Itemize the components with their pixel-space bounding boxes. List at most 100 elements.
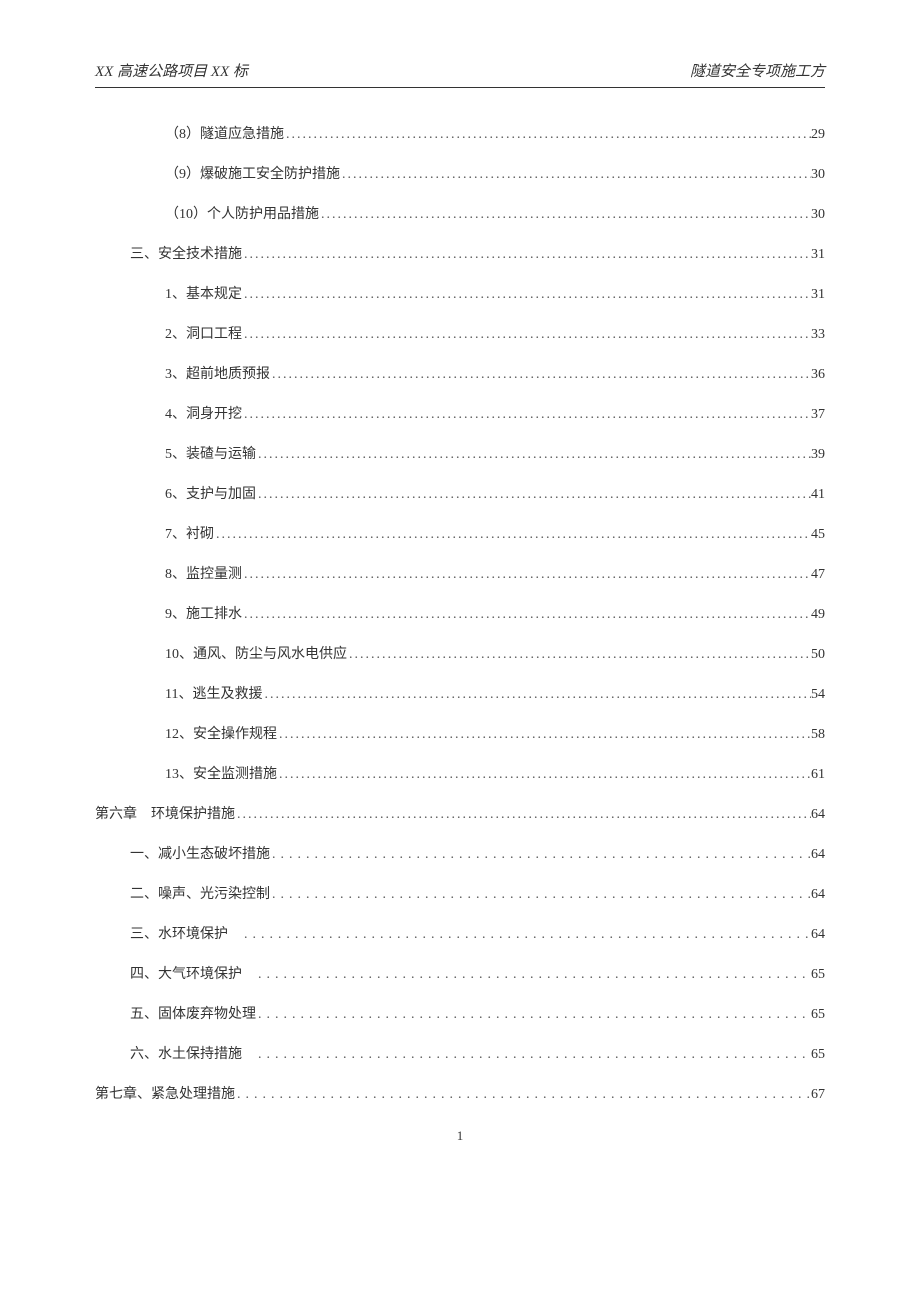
toc-entry: 三、水环境保护 64 <box>95 923 825 943</box>
toc-page-number: 37 <box>811 407 825 423</box>
toc-leader-dots <box>242 567 811 583</box>
toc-label: 二、噪声、光污染控制 <box>130 883 270 903</box>
toc-leader-dots <box>270 887 811 903</box>
toc-leader-dots <box>242 327 811 343</box>
toc-leader-dots <box>242 407 811 423</box>
page-number: 1 <box>457 1128 464 1143</box>
toc-leader-dots <box>256 447 811 463</box>
toc-page-number: 65 <box>811 967 825 983</box>
toc-label: 4、洞身开挖 <box>165 403 242 423</box>
toc-label: 9、施工排水 <box>165 603 242 623</box>
toc-leader-dots <box>270 367 811 383</box>
toc-label: （9）爆破施工安全防护措施 <box>165 163 340 183</box>
toc-page-number: 30 <box>811 167 825 183</box>
toc-leader-dots <box>214 527 811 543</box>
toc-page-number: 33 <box>811 327 825 343</box>
toc-page-number: 50 <box>811 647 825 663</box>
toc-entry: （8）隧道应急措施 29 <box>95 123 825 143</box>
toc-leader-dots <box>277 767 811 783</box>
toc-entry: 六、水土保持措施 65 <box>95 1043 825 1063</box>
toc-page-number: 29 <box>811 127 825 143</box>
toc-page-number: 61 <box>811 767 825 783</box>
toc-label: 5、装碴与运输 <box>165 443 256 463</box>
toc-label: 一、减小生态破坏措施 <box>130 843 270 863</box>
toc-entry: 第七章、紧急处理措施 67 <box>95 1083 825 1103</box>
toc-page-number: 64 <box>811 847 825 863</box>
toc-entry: 11、逃生及救援 54 <box>95 683 825 703</box>
toc-page-number: 64 <box>811 887 825 903</box>
toc-page-number: 31 <box>811 247 825 263</box>
header-right: 隧道安全专项施工方 <box>690 60 825 81</box>
toc-page-number: 54 <box>811 687 825 703</box>
toc-label: 12、安全操作规程 <box>165 723 277 743</box>
toc-page-number: 36 <box>811 367 825 383</box>
toc-label: （8）隧道应急措施 <box>165 123 284 143</box>
toc-leader-dots <box>256 1007 811 1023</box>
header-left: XX 高速公路项目 XX 标 <box>95 60 248 81</box>
toc-page-number: 58 <box>811 727 825 743</box>
toc-leader-dots <box>242 287 811 303</box>
toc-entry: （10）个人防护用品措施 30 <box>95 203 825 223</box>
toc-page-number: 65 <box>811 1007 825 1023</box>
toc-label: 第六章 环境保护措施 <box>95 803 235 823</box>
toc-label: 3、超前地质预报 <box>165 363 270 383</box>
toc-entry: 5、装碴与运输 39 <box>95 443 825 463</box>
toc-entry: 10、通风、防尘与风水电供应 50 <box>95 643 825 663</box>
toc-leader-dots <box>242 607 811 623</box>
toc-leader-dots <box>256 1047 811 1063</box>
toc-label: 7、衬砌 <box>165 523 214 543</box>
toc-entry: 五、固体废弃物处理 65 <box>95 1003 825 1023</box>
page-header: XX 高速公路项目 XX 标 隧道安全专项施工方 <box>95 60 825 88</box>
toc-label: 第七章、紧急处理措施 <box>95 1083 235 1103</box>
toc-label: 四、大气环境保护 <box>130 963 256 983</box>
toc-entry: 4、洞身开挖 37 <box>95 403 825 423</box>
toc-entry: 2、洞口工程 33 <box>95 323 825 343</box>
toc-page-number: 45 <box>811 527 825 543</box>
toc-leader-dots <box>262 687 811 703</box>
toc-page-number: 64 <box>811 807 825 823</box>
toc-entry: 12、安全操作规程 58 <box>95 723 825 743</box>
page-footer: 1 <box>95 1128 825 1144</box>
toc-entry: 13、安全监测措施61 <box>95 763 825 783</box>
toc-entry: 3、超前地质预报 36 <box>95 363 825 383</box>
toc-page-number: 49 <box>811 607 825 623</box>
toc-entry: 二、噪声、光污染控制 64 <box>95 883 825 903</box>
toc-leader-dots <box>284 127 811 143</box>
toc-page-number: 41 <box>811 487 825 503</box>
toc-leader-dots <box>347 647 811 663</box>
toc-leader-dots <box>340 167 811 183</box>
toc-page-number: 31 <box>811 287 825 303</box>
toc-entry: 四、大气环境保护 65 <box>95 963 825 983</box>
toc-entry: 9、施工排水 49 <box>95 603 825 623</box>
toc-page-number: 65 <box>811 1047 825 1063</box>
toc-leader-dots <box>277 727 811 743</box>
toc-entry: 1、基本规定 31 <box>95 283 825 303</box>
toc-entry: （9）爆破施工安全防护措施 30 <box>95 163 825 183</box>
toc-leader-dots <box>256 967 811 983</box>
toc-entry: 一、减小生态破坏措施 64 <box>95 843 825 863</box>
toc-label: 六、水土保持措施 <box>130 1043 256 1063</box>
toc-label: 1、基本规定 <box>165 283 242 303</box>
toc-entry: 6、支护与加固 41 <box>95 483 825 503</box>
toc-leader-dots <box>242 247 811 263</box>
toc-label: 三、水环境保护 <box>130 923 242 943</box>
toc-leader-dots <box>319 207 811 223</box>
toc-entry: 8、监控量测 47 <box>95 563 825 583</box>
toc-page-number: 47 <box>811 567 825 583</box>
toc-label: （10）个人防护用品措施 <box>165 203 319 223</box>
toc-leader-dots <box>235 1087 811 1103</box>
toc-leader-dots <box>235 807 811 823</box>
toc-entry: 第六章 环境保护措施 64 <box>95 803 825 823</box>
toc-leader-dots <box>242 927 811 943</box>
toc-page-number: 64 <box>811 927 825 943</box>
toc-entry: 三、安全技术措施 31 <box>95 243 825 263</box>
toc-label: 6、支护与加固 <box>165 483 256 503</box>
toc-label: 11、逃生及救援 <box>165 683 262 703</box>
table-of-contents: （8）隧道应急措施 29 （9）爆破施工安全防护措施 30 （10）个人防护用品措施 30… <box>95 123 825 1103</box>
toc-label: 三、安全技术措施 <box>130 243 242 263</box>
toc-page-number: 30 <box>811 207 825 223</box>
toc-page-number: 39 <box>811 447 825 463</box>
toc-label: 10、通风、防尘与风水电供应 <box>165 643 347 663</box>
toc-label: 8、监控量测 <box>165 563 242 583</box>
toc-label: 2、洞口工程 <box>165 323 242 343</box>
